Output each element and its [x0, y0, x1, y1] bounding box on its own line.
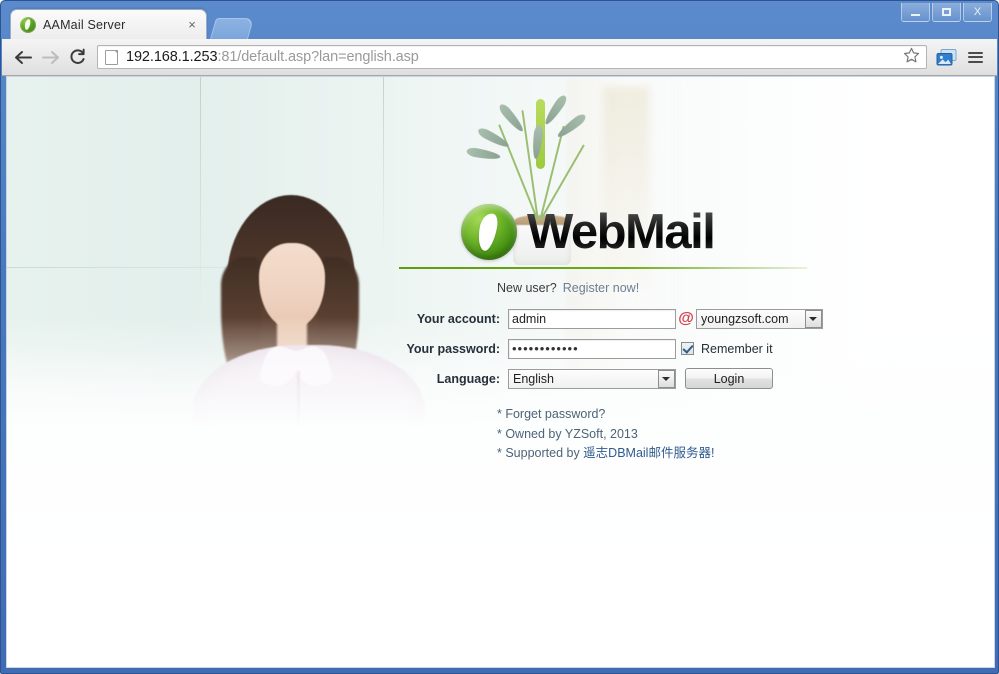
login-panel: WebMail New user? Register now! Your acco… — [399, 201, 829, 464]
domain-select[interactable]: youngzsoft.com — [696, 308, 823, 329]
forward-arrow-icon — [42, 50, 59, 64]
image-extension-button[interactable] — [933, 44, 961, 71]
remember-it-label[interactable]: Remember it — [701, 342, 773, 356]
close-window-button[interactable]: X — [963, 3, 992, 22]
browser-toolbar: 192.168.1.253:81/default.asp?lan=english… — [2, 39, 997, 76]
domain-select-value: youngzsoft.com — [701, 311, 789, 326]
maximize-button[interactable] — [932, 3, 961, 22]
footer-links: * Forget password? * Owned by YZSoft, 20… — [497, 405, 829, 464]
tab-close-icon[interactable]: × — [184, 17, 200, 33]
tab-favicon-icon — [20, 16, 36, 33]
language-label: Language: — [436, 371, 500, 386]
chevron-down-icon[interactable] — [657, 369, 675, 388]
window-controls: X — [901, 3, 992, 22]
remember-it-checkbox[interactable] — [681, 342, 694, 355]
image-extension-icon — [936, 48, 957, 65]
reload-button[interactable] — [64, 44, 91, 71]
new-user-text: New user? — [497, 281, 557, 295]
address-bar[interactable]: 192.168.1.253:81/default.asp?lan=english… — [97, 45, 927, 69]
login-form: Your account: admin @ youngzsoft.com You… — [399, 304, 829, 393]
account-row: Your account: admin @ youngzsoft.com — [399, 304, 829, 333]
account-input-value: admin — [512, 311, 547, 326]
browser-screenshot: AAMail Server × X 192.168.1.253:81/defau… — [0, 0, 999, 674]
url-text: 192.168.1.253:81/default.asp?lan=english… — [126, 49, 903, 65]
login-button[interactable]: Login — [685, 368, 773, 389]
password-row: Your password: •••••••••••• Remember it — [399, 334, 829, 363]
language-row: Language: English Login — [399, 364, 829, 393]
password-label: Your password: — [406, 341, 500, 356]
account-input[interactable]: admin — [508, 308, 676, 329]
at-symbol-icon: @ — [678, 309, 694, 327]
title-bar: AAMail Server × X — [1, 1, 998, 39]
hamburger-menu-icon — [967, 49, 983, 65]
back-arrow-icon — [15, 50, 32, 64]
url-path: :81/default.asp?lan=english.asp — [217, 49, 419, 65]
chevron-down-icon[interactable] — [804, 309, 822, 328]
language-select[interactable]: English — [508, 368, 676, 389]
register-now-link[interactable]: Register now! — [563, 281, 639, 295]
browser-tab[interactable]: AAMail Server × — [10, 9, 207, 39]
reload-icon — [70, 48, 85, 64]
minimize-button[interactable] — [901, 3, 930, 22]
url-host: 192.168.1.253 — [126, 49, 218, 65]
owned-by-link[interactable]: * Owned by YZSoft, 2013 — [497, 425, 829, 445]
account-label: Your account: — [416, 311, 500, 326]
tab-title: AAMail Server — [43, 17, 126, 32]
password-input[interactable]: •••••••••••• — [508, 338, 676, 359]
supported-by-link[interactable]: * Supported by 遥志DBMail邮件服务器! — [497, 444, 829, 464]
supported-by-prefix: * Supported by — [497, 446, 584, 460]
browser-window: AAMail Server × X 192.168.1.253:81/defau… — [0, 0, 999, 674]
back-button[interactable] — [10, 44, 37, 71]
brand-header: WebMail — [399, 201, 829, 263]
supported-by-vendor: 遥志DBMail邮件服务器! — [583, 446, 715, 460]
forward-button[interactable] — [37, 44, 64, 71]
page-viewport: WebMail New user? Register now! Your acco… — [6, 76, 995, 668]
webmail-logo-icon — [461, 204, 517, 260]
new-user-prompt: New user? Register now! — [497, 281, 829, 295]
brand-name: WebMail — [527, 204, 716, 259]
bookmark-star-icon[interactable] — [903, 47, 920, 68]
brand-divider — [399, 267, 807, 269]
password-input-value: •••••••••••• — [512, 341, 579, 356]
hero-banner-photo: WebMail New user? Register now! Your acco… — [7, 77, 994, 567]
forget-password-link[interactable]: * Forget password? — [497, 405, 829, 425]
page-document-icon — [105, 49, 118, 65]
menu-button[interactable] — [961, 44, 989, 71]
new-tab-button[interactable] — [209, 18, 255, 39]
page-white-area — [7, 567, 994, 667]
language-select-value: English — [513, 371, 554, 386]
